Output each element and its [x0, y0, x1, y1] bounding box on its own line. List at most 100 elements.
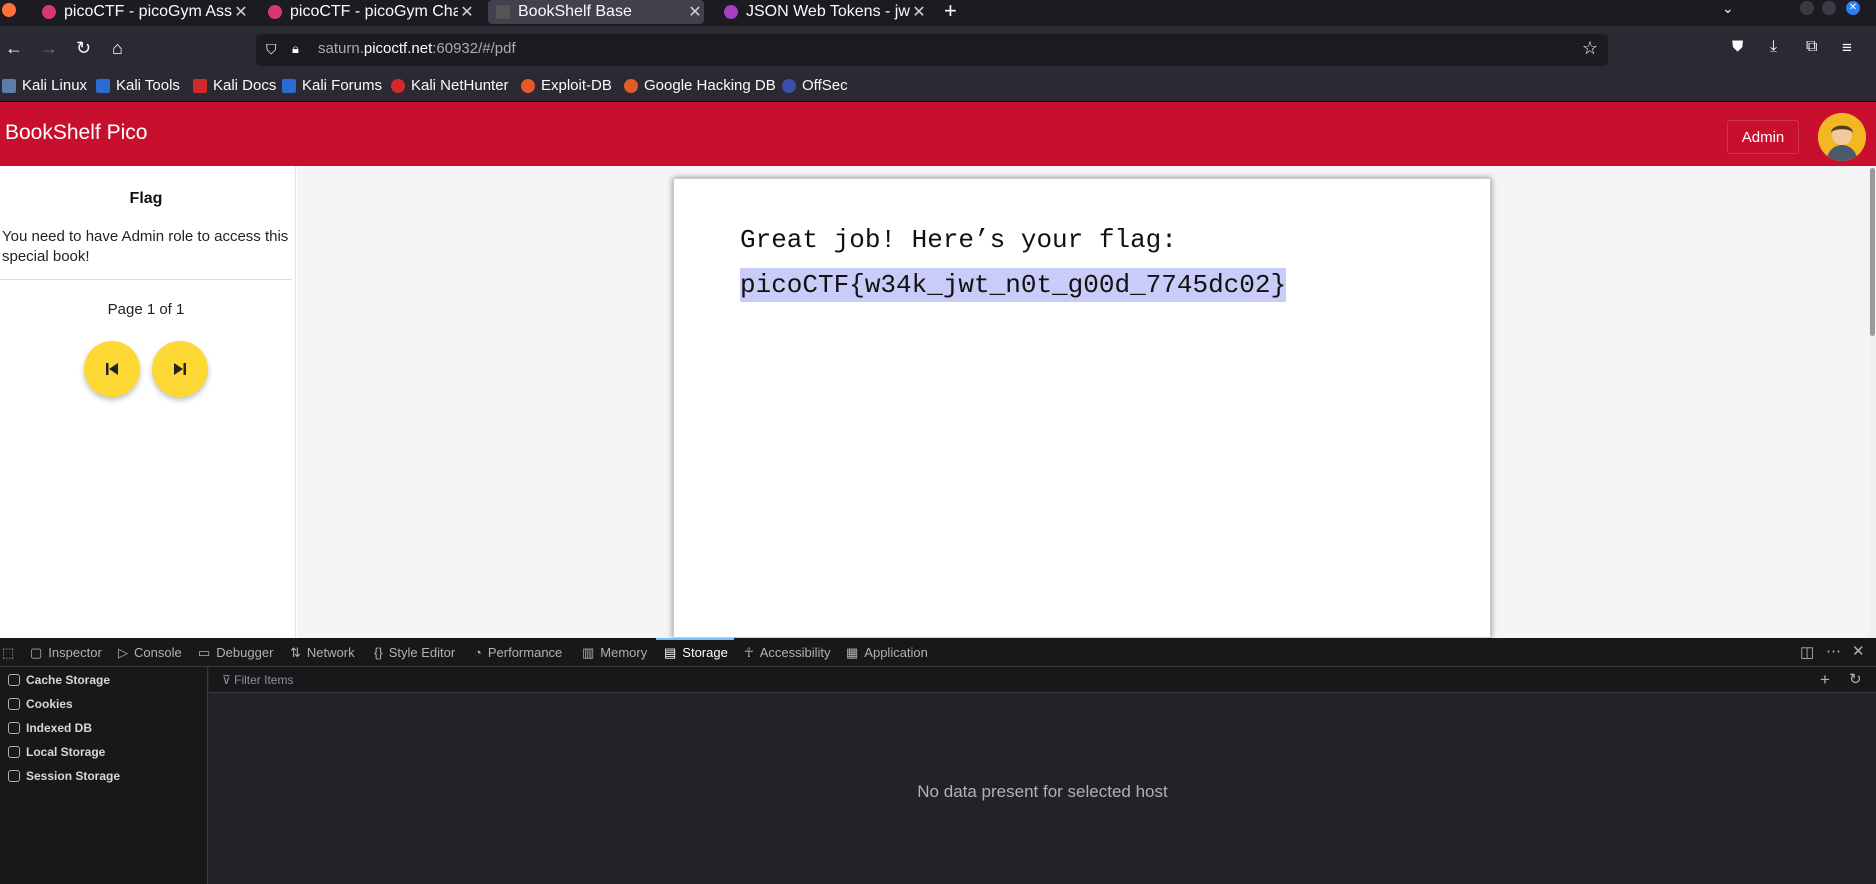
pocket-icon[interactable]: ⛊ [1732, 38, 1743, 55]
bookmark-kali-nethunter[interactable]: Kali NetHunter [391, 77, 509, 94]
bookmark-kali-tools[interactable]: Kali Tools [96, 77, 180, 94]
kali-forums-icon [282, 78, 296, 93]
devtools-toolbar [0, 638, 1876, 667]
database-icon [8, 746, 20, 758]
shield-icon[interactable]: ⛉ [266, 41, 277, 58]
inspector-icon: ▢ [30, 644, 43, 660]
extensions-icon[interactable]: ⧉ [1806, 38, 1817, 56]
network-icon: ⇅ [290, 644, 301, 660]
close-tab-icon[interactable]: ✕ [232, 2, 250, 22]
divider [0, 279, 292, 280]
url-bar[interactable]: ⛉ 🔒︎ saturn.picoctf.net:60932/#/pdf ☆ [256, 34, 1608, 66]
accessibility-icon: ☥ [744, 644, 754, 660]
tab-picogym-challenges[interactable]: picoCTF - picoGym Challenges ✕ [260, 0, 476, 24]
minimize-icon[interactable] [1800, 1, 1814, 15]
database-icon [8, 722, 20, 734]
jwt-favicon-icon [724, 5, 738, 19]
bookmark-exploit-db[interactable]: Exploit-DB [521, 77, 612, 94]
close-devtools-icon[interactable]: ✕ [1852, 642, 1865, 660]
picoctf-favicon-icon [42, 5, 56, 19]
filter-icon: ⊽ [222, 673, 235, 687]
sidebar-title: Flag [129, 190, 163, 207]
storage-cache[interactable]: Cache Storage [8, 673, 110, 687]
tab-memory[interactable]: ▥ Memory [582, 638, 647, 667]
firefox-icon[interactable] [2, 3, 16, 17]
close-window-icon[interactable]: ✕ [1846, 1, 1860, 15]
bookmark-kali-linux[interactable]: Kali Linux [2, 77, 87, 94]
lock-icon[interactable]: 🔒︎ [292, 41, 299, 57]
refresh-icon[interactable]: ↻ [1849, 670, 1862, 688]
close-tab-icon[interactable]: ✕ [686, 2, 704, 22]
storage-session[interactable]: Session Storage [8, 769, 120, 783]
sidebar-description: You need to have Admin role to access th… [2, 228, 289, 265]
reload-icon[interactable]: ↻ [76, 38, 91, 59]
empty-state-message: No data present for selected host [917, 782, 1168, 801]
skip-next-icon [174, 363, 186, 375]
back-arrow-icon[interactable]: ← [5, 38, 23, 59]
pdf-text-line: Great job! Here’s your flag: [740, 225, 1177, 255]
forward-arrow-icon[interactable]: → [40, 38, 58, 59]
tab-bookshelf-base[interactable]: BookShelf Base ✕ [488, 0, 704, 24]
storage-cookies[interactable]: Cookies [8, 697, 73, 711]
tab-picogym-assignments[interactable]: picoCTF - picoGym Assignments ✕ [34, 0, 250, 24]
style-editor-icon: {} [374, 645, 383, 660]
bookmark-google-hacking-db[interactable]: Google Hacking DB [624, 77, 776, 94]
storage-local[interactable]: Local Storage [8, 745, 105, 759]
filter-input[interactable]: ⊽ Filter Items [222, 673, 293, 687]
avatar[interactable] [1818, 113, 1866, 161]
add-item-icon[interactable]: + [1820, 670, 1830, 690]
offsec-icon [782, 78, 796, 93]
tab-style-editor[interactable]: {} Style Editor [374, 638, 455, 667]
tab-jwt-io[interactable]: JSON Web Tokens - jwt.io ✕ [716, 0, 928, 24]
user-avatar-icon [1818, 113, 1866, 161]
tab-performance[interactable]: ◔ Performance [474, 638, 562, 667]
bookshelf-favicon-icon [496, 5, 510, 19]
database-icon [8, 674, 20, 686]
url-text[interactable]: saturn.picoctf.net:60932/#/pdf [318, 40, 516, 57]
element-picker-icon[interactable]: ⬚ [2, 638, 20, 667]
menu-icon[interactable]: ≡ [1842, 38, 1852, 58]
app-title[interactable]: BookShelf Pico [5, 121, 147, 145]
download-icon[interactable]: ⤓ [1770, 38, 1777, 56]
admin-button[interactable]: Admin [1727, 120, 1799, 154]
storage-icon: ▤ [664, 644, 677, 660]
performance-icon: ◔ [474, 645, 482, 660]
close-tab-icon[interactable]: ✕ [458, 2, 476, 22]
bookmark-offsec[interactable]: OffSec [782, 77, 848, 94]
new-tab-button[interactable]: + [944, 0, 957, 24]
debugger-icon: ▭ [198, 644, 211, 660]
bookmark-star-icon[interactable]: ☆ [1582, 38, 1598, 59]
tab-accessibility[interactable]: ☥ Accessibility [744, 638, 831, 667]
browser-tab-strip: picoCTF - picoGym Assignments ✕ picoCTF … [0, 0, 1876, 26]
bookmark-kali-docs[interactable]: Kali Docs [193, 77, 276, 94]
selected-tab-indicator [656, 638, 734, 640]
nethunter-icon [391, 78, 405, 93]
database-icon [8, 770, 20, 782]
close-tab-icon[interactable]: ✕ [910, 2, 928, 22]
last-page-button[interactable] [152, 341, 208, 397]
pdf-flag-text[interactable]: picoCTF{w34k_jwt_n0t_g00d_7745dc02} [740, 268, 1287, 302]
skip-previous-icon [106, 363, 118, 375]
tab-network[interactable]: ⇅ Network [290, 638, 355, 667]
home-icon[interactable]: ⌂ [112, 38, 123, 59]
tab-inspector[interactable]: ▢ Inspector [30, 638, 102, 667]
maximize-icon[interactable] [1822, 1, 1836, 15]
bookmark-kali-forums[interactable]: Kali Forums [282, 77, 382, 94]
first-page-button[interactable] [84, 341, 140, 397]
chevron-down-icon[interactable]: ⌄ [1722, 0, 1734, 17]
tab-debugger[interactable]: ▭ Debugger [198, 638, 273, 667]
ghdb-icon [624, 78, 638, 93]
exploit-db-icon [521, 78, 535, 93]
more-options-icon[interactable]: ⋯ [1826, 642, 1841, 660]
dock-side-icon[interactable]: ◫ [1800, 643, 1814, 661]
tab-storage[interactable]: ▤ Storage [664, 638, 728, 667]
kali-dragon-icon [2, 78, 16, 93]
scrollbar-thumb[interactable] [1870, 168, 1875, 336]
kali-docs-icon [193, 78, 207, 93]
page-indicator: Page 1 of 1 [107, 301, 185, 318]
console-icon: ▷ [118, 644, 128, 660]
tab-application[interactable]: ▦ Application [846, 638, 928, 667]
storage-indexed-db[interactable]: Indexed DB [8, 721, 92, 735]
kali-tools-icon [96, 78, 110, 93]
tab-console[interactable]: ▷ Console [118, 638, 182, 667]
